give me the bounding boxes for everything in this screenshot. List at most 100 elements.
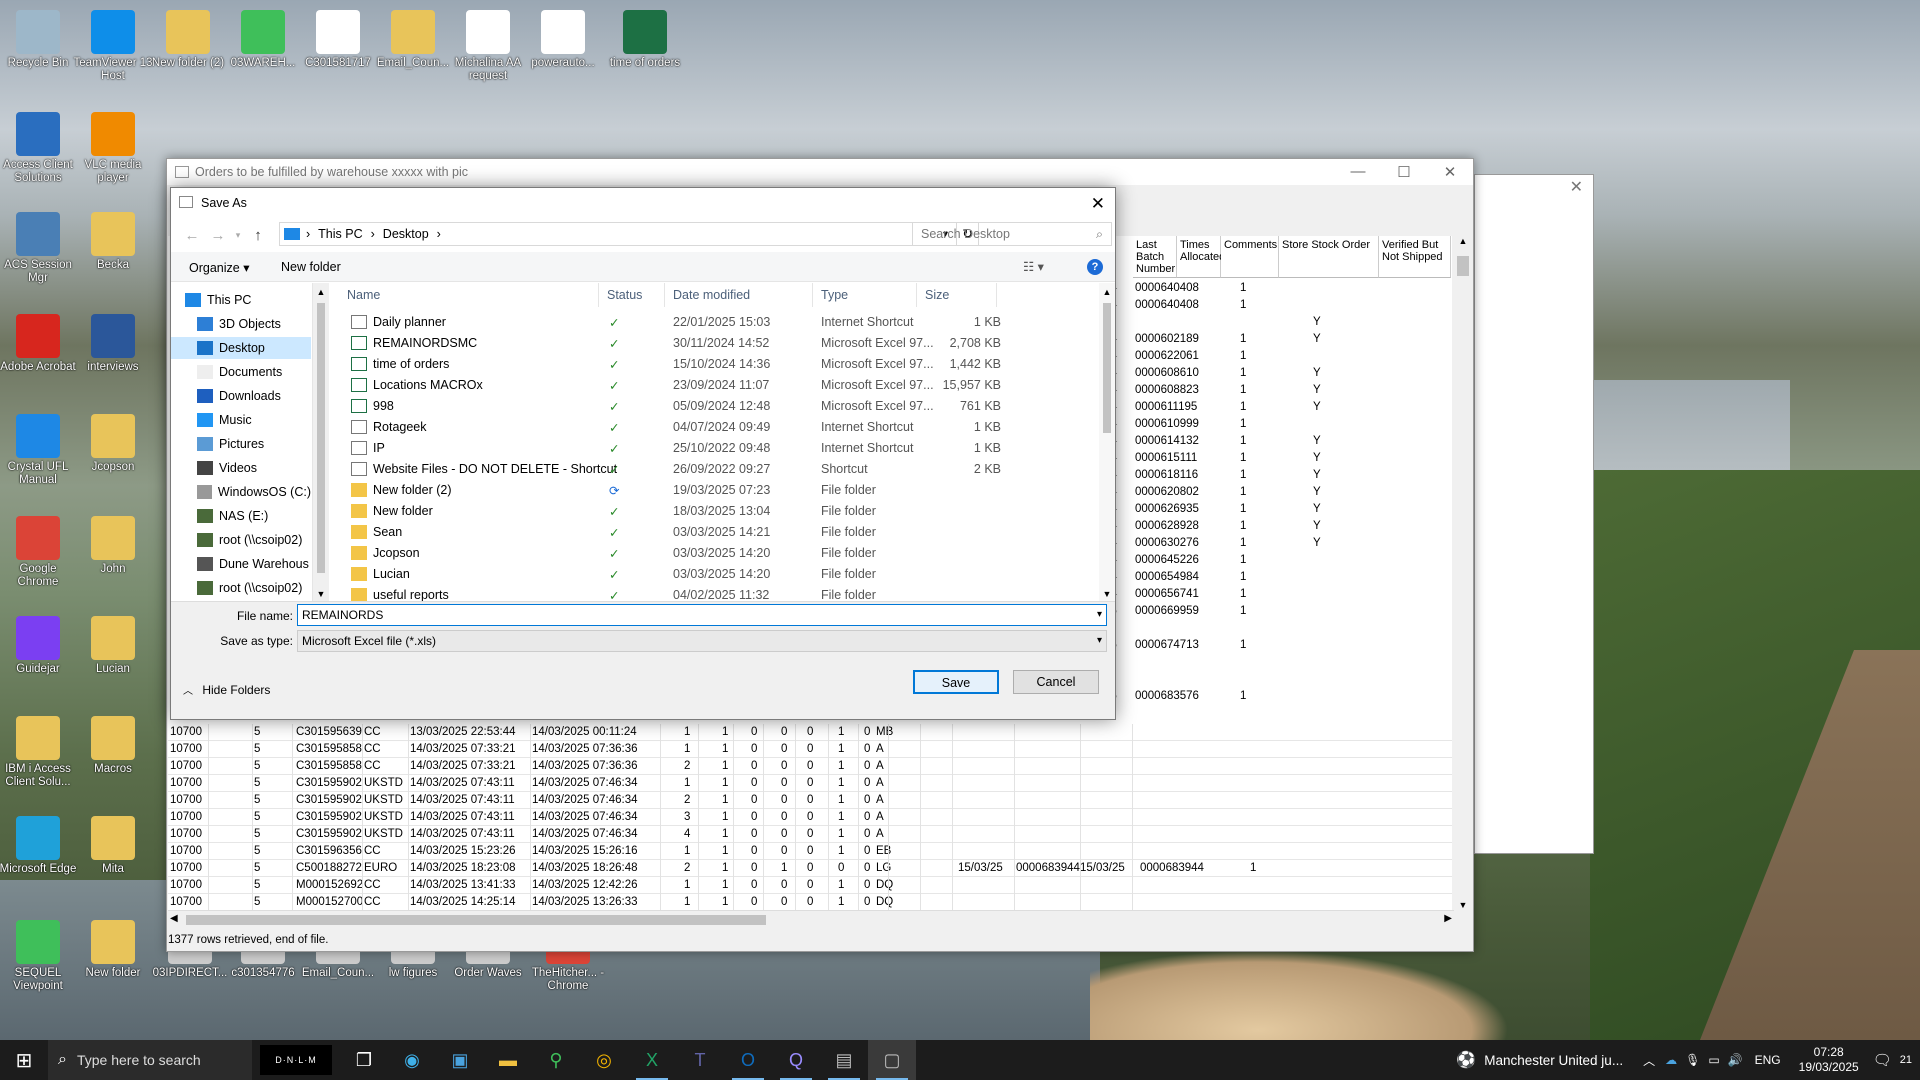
volume-icon[interactable]: 🔊 (1728, 1053, 1743, 1067)
store-icon[interactable]: ▣ (436, 1040, 484, 1080)
desktop-icon[interactable]: Jcopson (73, 414, 153, 474)
file-row[interactable]: time of orders ✓ 15/10/2024 14:36 Microsoft… (339, 353, 1091, 374)
nav-item[interactable]: 3D Objects (171, 313, 311, 335)
column-header[interactable]: Verified But Not Shipped (1379, 236, 1451, 278)
chevron-down-icon[interactable]: ▾ (1097, 605, 1102, 625)
table-row[interactable]: 10700 5 C301596356 CC 14/03/2025 15:23:26 14/… (168, 843, 1452, 860)
desktop-icon[interactable]: Michalina AA request (448, 10, 528, 83)
file-row[interactable]: Locations MACROx ✓ 23/09/2024 11:07 Microso… (339, 374, 1091, 395)
navigation-scrollbar[interactable]: ▲ ▼ (313, 283, 329, 601)
nav-item[interactable]: Music (171, 409, 311, 431)
file-column-header[interactable]: Status (599, 283, 665, 307)
breadcrumb-this-pc[interactable]: This PC (318, 227, 362, 241)
nav-item[interactable]: root (\\csoip02) (171, 577, 311, 599)
desktop-icon[interactable]: Recycle Bin (0, 10, 78, 70)
desktop-icon[interactable]: Guidejar (0, 616, 78, 676)
view-options-icon[interactable]: ☷ ▾ (1023, 259, 1044, 274)
nav-item[interactable]: This PC (171, 289, 311, 311)
file-list[interactable]: Name Status Date modified Type Size Daily pla… (339, 283, 1107, 601)
weather-icon[interactable]: ⚽ (1456, 1050, 1476, 1070)
desktop-icon[interactable]: VLC media player (73, 112, 153, 185)
breadcrumb[interactable]: › This PC › Desktop › ▾ ↻ (279, 222, 979, 246)
file-row[interactable]: Lucian ✓ 03/03/2025 14:20 File folder (339, 563, 1091, 584)
nav-item[interactable]: root (\\csoip02) (171, 529, 311, 551)
close-icon[interactable]: ✕ (1427, 163, 1473, 181)
close-icon[interactable]: ✕ (1091, 194, 1105, 214)
hide-folders-button[interactable]: ︿ Hide Folders (183, 682, 270, 697)
clock[interactable]: 07:28 19/03/2025 (1799, 1045, 1859, 1075)
new-folder-button[interactable]: New folder (281, 260, 341, 274)
table-row[interactable]: 10700 5 C301595902 UKSTD 14/03/2025 07:43:11… (168, 809, 1452, 826)
table-row[interactable]: 10700 5 C301595639 CC 13/03/2025 22:53:44 14/… (168, 724, 1452, 741)
nav-item[interactable]: Dune Warehous (171, 553, 311, 575)
edge-icon[interactable]: ◉ (388, 1040, 436, 1080)
nav-item[interactable]: Desktop (171, 337, 311, 359)
nav-item[interactable]: Pictures (171, 433, 311, 455)
table-row[interactable]: 10700 5 C301595902 UKSTD 14/03/2025 07:43:11… (168, 792, 1452, 809)
language-indicator[interactable]: ENG (1755, 1053, 1781, 1067)
desktop-icon[interactable]: Microsoft Edge (0, 816, 78, 876)
app-window-icon[interactable]: ▤ (820, 1040, 868, 1080)
nav-item[interactable]: WindowsOS (C:) (171, 481, 311, 503)
column-header[interactable]: Times Allocated (1177, 236, 1225, 278)
recent-locations-icon[interactable]: ▾ (231, 230, 245, 241)
nav-item[interactable]: Documents (171, 361, 311, 383)
file-column-header[interactable]: Type (813, 283, 917, 307)
organize-button[interactable]: Organize ▾ (189, 260, 249, 275)
desktop-icon[interactable]: Becka (73, 212, 153, 272)
table-row[interactable]: 10700 5 C301595902 UKSTD 14/03/2025 07:43:11… (168, 775, 1452, 792)
file-row[interactable]: Daily planner ✓ 22/01/2025 15:03 Internet S… (339, 311, 1091, 332)
desktop-icon[interactable]: New folder (73, 920, 153, 980)
windows-start-icon[interactable]: ⊞ (0, 1040, 48, 1080)
table-row[interactable]: 10700 5 M000152700 CC 14/03/2025 14:25:14 14/… (168, 894, 1452, 910)
desktop-icon[interactable]: C301581717 (298, 10, 378, 70)
file-row[interactable]: 998 ✓ 05/09/2024 12:48 Microsoft Excel 97..… (339, 395, 1091, 416)
chevron-up-icon[interactable]: ︿ (1643, 1052, 1655, 1069)
desktop-icon[interactable]: IBM i Access Client Solu... (0, 716, 78, 789)
table-row[interactable]: 10700 5 M000152692 CC 14/03/2025 13:41:33 14/… (168, 877, 1452, 894)
desktop-icon[interactable]: Access Client Solutions (0, 112, 78, 185)
desktop-icon[interactable]: Email_Coun... (373, 10, 453, 70)
task-view-icon[interactable]: ❐ (340, 1040, 388, 1080)
table-row[interactable]: 10700 5 C301595858 CC 14/03/2025 07:33:21 14/… (168, 758, 1452, 775)
desktop-icon[interactable]: Adobe Acrobat (0, 314, 78, 374)
file-row[interactable]: Rotageek ✓ 04/07/2024 09:49 Internet Shortc… (339, 416, 1091, 437)
file-row[interactable]: Jcopson ✓ 03/03/2025 14:20 File folder (339, 542, 1091, 563)
desktop-icon[interactable]: Google Chrome (0, 516, 78, 589)
table-row[interactable]: 10700 5 C500188272 EURO 14/03/2025 18:23:08 1… (168, 860, 1452, 877)
horizontal-scrollbar[interactable]: ◀ ▶ (168, 910, 1454, 928)
cancel-button[interactable]: Cancel (1013, 670, 1099, 694)
breadcrumb-desktop[interactable]: Desktop (383, 227, 429, 241)
sequel-viewpoint-icon[interactable]: ⚲ (532, 1040, 580, 1080)
excel-icon[interactable]: X (628, 1040, 676, 1080)
minimize-icon[interactable]: — (1335, 163, 1381, 181)
file-column-header[interactable]: Size (917, 283, 997, 307)
file-explorer-icon[interactable]: ▬ (484, 1040, 532, 1080)
onedrive-icon[interactable]: ☁ (1665, 1053, 1677, 1067)
file-row[interactable]: New folder (2) ⟳ 19/03/2025 07:23 File fold… (339, 479, 1091, 500)
close-icon[interactable]: ✕ (1570, 177, 1583, 197)
desktop-icon[interactable]: Lucian (73, 616, 153, 676)
file-row[interactable]: New folder ✓ 18/03/2025 13:04 File folder (339, 500, 1091, 521)
file-name-field[interactable]: REMAINORDS ▾ (297, 604, 1107, 626)
nav-item[interactable]: Downloads (171, 385, 311, 407)
desktop-icon[interactable]: Macros (73, 716, 153, 776)
file-row[interactable]: REMAINORDSMC ✓ 30/11/2024 14:52 Microsoft E… (339, 332, 1091, 353)
desktop-icon[interactable]: 03WAREH... (223, 10, 303, 70)
file-row[interactable]: IP ✓ 25/10/2022 09:48 Internet Shortcut 1 KB (339, 437, 1091, 458)
dunelm-badge[interactable]: D·N·L·M (260, 1045, 332, 1075)
navigation-pane[interactable]: This PC 3D Objects Desktop Documents Downloa… (171, 283, 313, 601)
file-list-scrollbar[interactable]: ▲ ▼ (1099, 283, 1115, 601)
save-button[interactable]: Save (913, 670, 999, 694)
sequel-app-icon[interactable]: Q (772, 1040, 820, 1080)
app-window-icon[interactable]: ▢ (868, 1040, 916, 1080)
file-row[interactable]: Sean ✓ 03/03/2025 14:21 File folder (339, 521, 1091, 542)
news-ticker[interactable]: Manchester United ju... (1484, 1053, 1623, 1068)
file-column-header[interactable]: Name (339, 283, 599, 307)
file-column-header[interactable]: Date modified (665, 283, 813, 307)
desktop-icon[interactable]: John (73, 516, 153, 576)
help-icon[interactable]: ? (1087, 259, 1103, 275)
file-row[interactable]: useful reports ✓ 04/02/2025 11:32 File fold… (339, 584, 1091, 601)
desktop-icon[interactable]: Mita (73, 816, 153, 876)
desktop-icon[interactable]: New folder (2) (148, 10, 228, 70)
